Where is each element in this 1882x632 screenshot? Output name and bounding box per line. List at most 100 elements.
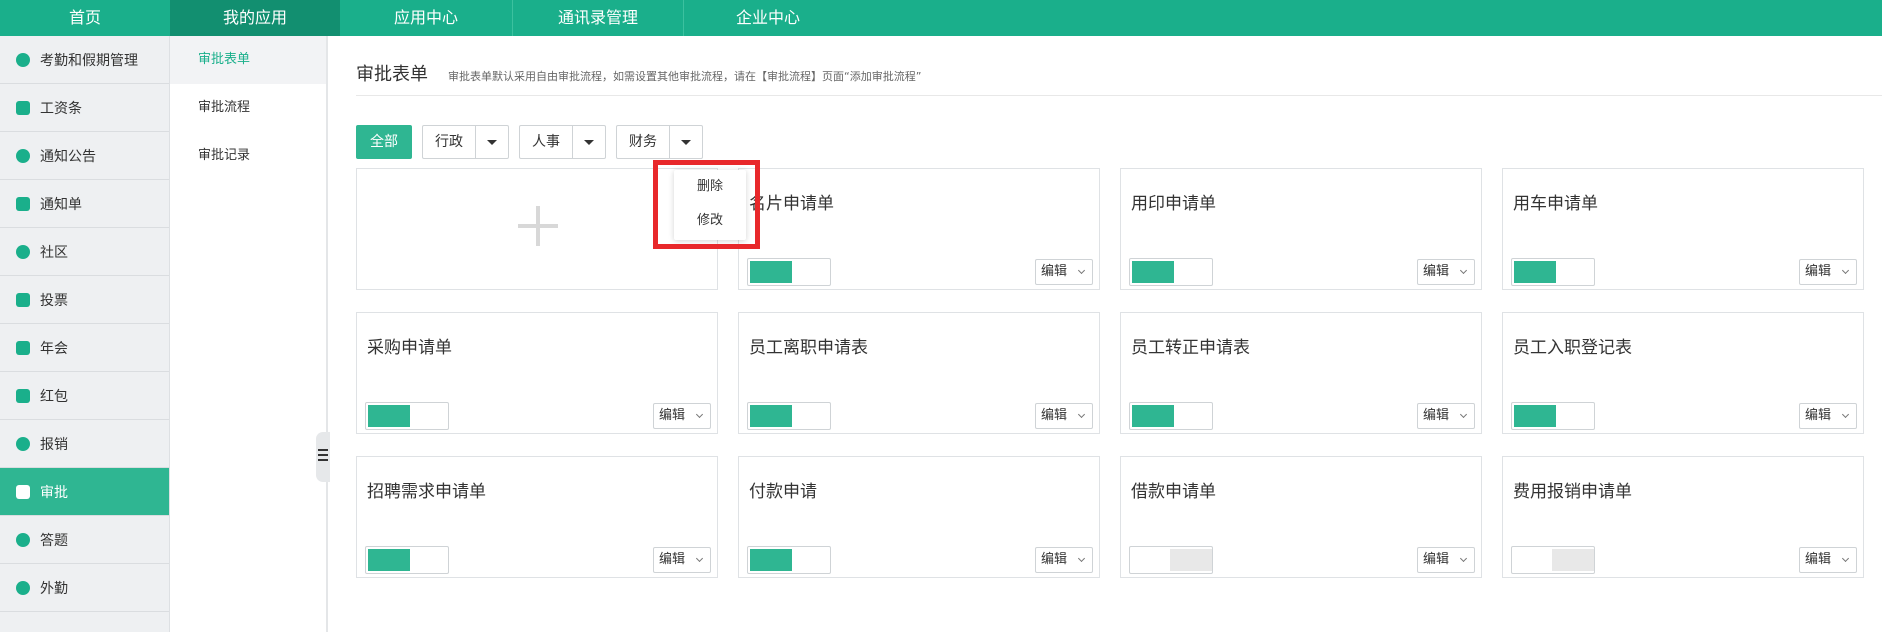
quiz-icon: [16, 532, 30, 547]
form-card-title: 付款申请: [749, 482, 817, 502]
edit-dropdown-button[interactable]: 编辑: [1799, 259, 1857, 285]
edit-dropdown-button[interactable]: 编辑: [1035, 259, 1093, 285]
form-enable-toggle[interactable]: [747, 258, 831, 286]
sidebar-item-label: 社区: [40, 244, 68, 261]
form-card: 招聘需求申请单 编辑: [356, 456, 718, 578]
chevron-down-icon: [695, 554, 704, 563]
edit-dropdown-button[interactable]: 编辑: [1417, 403, 1475, 429]
sidebar-item-label: 答题: [40, 532, 68, 549]
sidebar-item-annual-meeting[interactable]: 年会: [0, 324, 169, 372]
form-enable-toggle[interactable]: [1511, 258, 1595, 286]
form-enable-toggle[interactable]: [747, 546, 831, 574]
sidebar-item-field-work[interactable]: 外勤: [0, 564, 169, 612]
filter-group-finance: 财务: [616, 125, 703, 159]
form-card-title: 员工离职申请表: [749, 338, 868, 358]
chevron-down-icon: [1077, 410, 1086, 419]
caret-down-icon[interactable]: [573, 126, 605, 158]
edit-dropdown-button[interactable]: 编辑: [1035, 547, 1093, 573]
stamp-icon: [16, 484, 30, 499]
filter-admin-button[interactable]: 行政: [423, 126, 476, 158]
top-navigation: 首页 我的应用 应用中心 通讯录管理 企业中心: [0, 0, 1882, 36]
edit-dropdown-button[interactable]: 编辑: [1417, 547, 1475, 573]
sidebar-item-reimbursement[interactable]: 报销: [0, 420, 169, 468]
location-icon: [16, 580, 30, 595]
menu-icon: [318, 449, 328, 465]
sidebar-item-attendance[interactable]: 考勤和假期管理: [0, 36, 169, 84]
nav-home[interactable]: 首页: [0, 0, 170, 36]
page-title: 审批表单: [356, 64, 428, 85]
filter-finance-button[interactable]: 财务: [617, 126, 670, 158]
form-enable-toggle[interactable]: [1511, 402, 1595, 430]
submenu-item-flows[interactable]: 审批流程: [170, 84, 326, 132]
sidebar-item-approval[interactable]: 审批: [0, 468, 169, 516]
page-description: 审批表单默认采用自由审批流程，如需设置其他审批流程，请在【审批流程】页面“添加审…: [448, 70, 922, 83]
hand-icon: [16, 52, 30, 67]
sidebar-item-notice[interactable]: 通知单: [0, 180, 169, 228]
filter-all-button[interactable]: 全部: [356, 125, 412, 159]
sidebar-item-label: 通知单: [40, 196, 82, 213]
sidebar-item-announcement[interactable]: 通知公告: [0, 132, 169, 180]
chat-icon: [16, 244, 30, 259]
sidebar-item-label: 红包: [40, 388, 68, 405]
edit-dropdown-button[interactable]: 编辑: [653, 547, 711, 573]
edit-dropdown-button[interactable]: 编辑: [653, 403, 711, 429]
form-card-title: 用车申请单: [1513, 194, 1598, 214]
filter-hr-button[interactable]: 人事: [520, 126, 573, 158]
nav-contacts[interactable]: 通讯录管理: [513, 0, 683, 36]
red-packet-icon: [16, 388, 30, 403]
caret-down-icon[interactable]: [476, 126, 508, 158]
yen-icon: [16, 436, 30, 451]
edit-dropdown-button[interactable]: 编辑: [1417, 259, 1475, 285]
approval-submenu: 审批表单 审批流程 审批记录: [170, 36, 328, 632]
edit-label: 编辑: [1805, 552, 1832, 567]
caret-down-icon[interactable]: [670, 126, 702, 158]
form-card: 借款申请单 编辑: [1120, 456, 1482, 578]
form-card-title: 员工入职登记表: [1513, 338, 1632, 358]
sidebar-item-community[interactable]: 社区: [0, 228, 169, 276]
edit-dropdown-button[interactable]: 编辑: [1799, 547, 1857, 573]
chevron-down-icon: [1077, 266, 1086, 275]
chevron-down-icon: [1459, 410, 1468, 419]
collapse-sidebar-handle[interactable]: [316, 432, 330, 482]
sidebar-item-red-packet[interactable]: 红包: [0, 372, 169, 420]
sidebar-item-vote[interactable]: 投票: [0, 276, 169, 324]
form-enable-toggle[interactable]: [1129, 546, 1213, 574]
form-enable-toggle[interactable]: [747, 402, 831, 430]
chevron-down-icon: [695, 410, 704, 419]
plus-icon: [518, 206, 558, 246]
edit-dropdown-button[interactable]: 编辑: [1035, 403, 1093, 429]
filter-group-admin: 行政: [422, 125, 509, 159]
sidebar-item-label: 工资条: [40, 100, 82, 117]
nav-enterprise[interactable]: 企业中心: [684, 0, 852, 36]
form-card: 用印申请单 编辑: [1120, 168, 1482, 290]
submenu-item-records[interactable]: 审批记录: [170, 132, 326, 180]
highlight-box: [653, 160, 760, 249]
form-card: 员工转正申请表 编辑: [1120, 312, 1482, 434]
form-card-title: 费用报销申请单: [1513, 482, 1632, 502]
form-enable-toggle[interactable]: [1511, 546, 1595, 574]
sidebar-item-payslip[interactable]: 工资条: [0, 84, 169, 132]
form-enable-toggle[interactable]: [1129, 258, 1213, 286]
edit-label: 编辑: [1041, 552, 1068, 567]
form-enable-toggle[interactable]: [365, 546, 449, 574]
form-card-title: 名片申请单: [749, 194, 834, 214]
chevron-down-icon: [1841, 266, 1850, 275]
form-card: 员工入职登记表 编辑: [1502, 312, 1864, 434]
sidebar-item-label: 通知公告: [40, 148, 96, 165]
form-enable-toggle[interactable]: [1129, 402, 1213, 430]
form-card-title: 借款申请单: [1131, 482, 1216, 502]
edit-label: 编辑: [659, 408, 686, 423]
form-card: 费用报销申请单 编辑: [1502, 456, 1864, 578]
sidebar-item-quiz[interactable]: 答题: [0, 516, 169, 564]
sidebar-item-label: 外勤: [40, 580, 68, 597]
nav-my-apps[interactable]: 我的应用: [170, 0, 340, 36]
sidebar-item-label: 年会: [40, 340, 68, 357]
nav-app-center[interactable]: 应用中心: [340, 0, 512, 36]
form-card: 用车申请单 编辑: [1502, 168, 1864, 290]
edit-label: 编辑: [1423, 264, 1450, 279]
edit-dropdown-button[interactable]: 编辑: [1799, 403, 1857, 429]
edit-label: 编辑: [659, 552, 686, 567]
form-enable-toggle[interactable]: [365, 402, 449, 430]
submenu-item-forms[interactable]: 审批表单: [170, 36, 326, 84]
chevron-down-icon: [1459, 266, 1468, 275]
